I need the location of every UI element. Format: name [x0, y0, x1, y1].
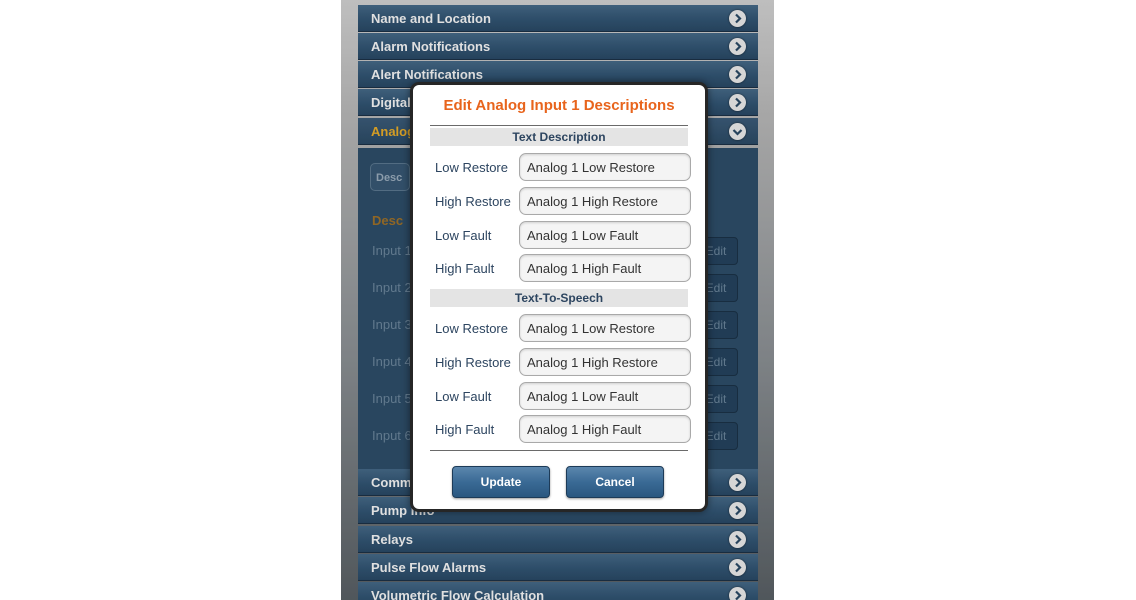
high-restore-label: High Restore	[435, 355, 511, 370]
update-button[interactable]: Update	[452, 466, 550, 498]
tts-high-fault-input[interactable]	[519, 415, 691, 443]
text-high-restore-input[interactable]	[519, 187, 691, 215]
tts-high-restore-input[interactable]	[519, 348, 691, 376]
divider	[430, 450, 688, 451]
low-fault-label: Low Fault	[435, 389, 492, 404]
divider	[430, 125, 688, 126]
text-low-fault-input[interactable]	[519, 221, 691, 249]
text-high-fault-input[interactable]	[519, 254, 691, 282]
high-fault-label: High Fault	[435, 261, 495, 276]
text-to-speech-heading: Text-To-Speech	[430, 289, 688, 307]
low-fault-label: Low Fault	[435, 228, 492, 243]
cancel-button[interactable]: Cancel	[566, 466, 664, 498]
tts-low-fault-input[interactable]	[519, 382, 691, 410]
tts-low-restore-input[interactable]	[519, 314, 691, 342]
low-restore-label: Low Restore	[435, 321, 508, 336]
dialog-title: Edit Analog Input 1 Descriptions	[443, 97, 675, 114]
high-restore-label: High Restore	[435, 194, 511, 209]
low-restore-label: Low Restore	[435, 160, 508, 175]
high-fault-label: High Fault	[435, 422, 495, 437]
edit-descriptions-dialog: Edit Analog Input 1 Descriptions Text De…	[410, 82, 708, 512]
app-window: Name and Location Alarm Notifications Al…	[341, 0, 774, 600]
text-description-heading: Text Description	[430, 128, 688, 146]
text-low-restore-input[interactable]	[519, 153, 691, 181]
